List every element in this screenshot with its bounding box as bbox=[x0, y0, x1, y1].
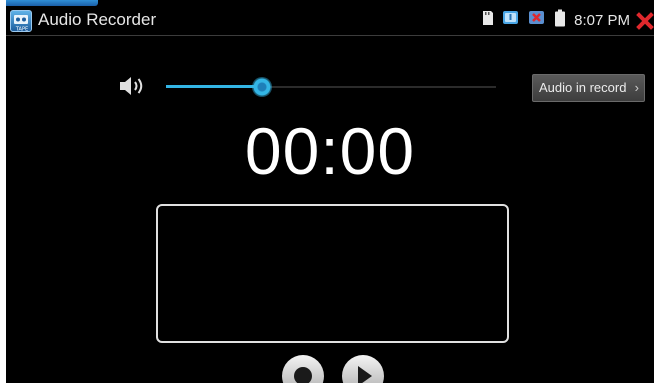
battery-icon bbox=[554, 9, 566, 32]
volume-slider-fill bbox=[166, 85, 262, 88]
recorder-app-icon[interactable]: TAPE bbox=[10, 10, 32, 33]
audio-in-record-button[interactable]: Audio in record › bbox=[532, 74, 645, 102]
volume-slider[interactable] bbox=[166, 75, 496, 99]
speaker-icon[interactable] bbox=[118, 75, 148, 97]
chevron-right-icon: › bbox=[634, 80, 639, 95]
close-icon[interactable] bbox=[636, 11, 654, 30]
title-bar: TAPE Audio Recorder 8:07 PM bbox=[6, 6, 654, 36]
recording-timer: 00:00 bbox=[244, 114, 416, 188]
record-button[interactable] bbox=[282, 355, 324, 383]
screen: TAPE Audio Recorder 8:07 PM Audio in rec… bbox=[6, 0, 654, 383]
waveform-display bbox=[156, 204, 509, 343]
play-button[interactable] bbox=[342, 355, 384, 383]
warning-icon bbox=[528, 10, 546, 31]
sd-card-icon bbox=[482, 10, 494, 31]
app-icon-label: TAPE bbox=[15, 27, 28, 33]
volume-slider-thumb[interactable] bbox=[252, 77, 272, 97]
record-icon bbox=[294, 367, 312, 383]
app-title: Audio Recorder bbox=[38, 10, 157, 29]
status-bar: 8:07 PM bbox=[482, 6, 654, 35]
notification-icon bbox=[502, 10, 520, 31]
audio-in-record-label: Audio in record bbox=[539, 80, 627, 95]
status-time: 8:07 PM bbox=[574, 12, 630, 29]
play-icon bbox=[358, 366, 372, 383]
